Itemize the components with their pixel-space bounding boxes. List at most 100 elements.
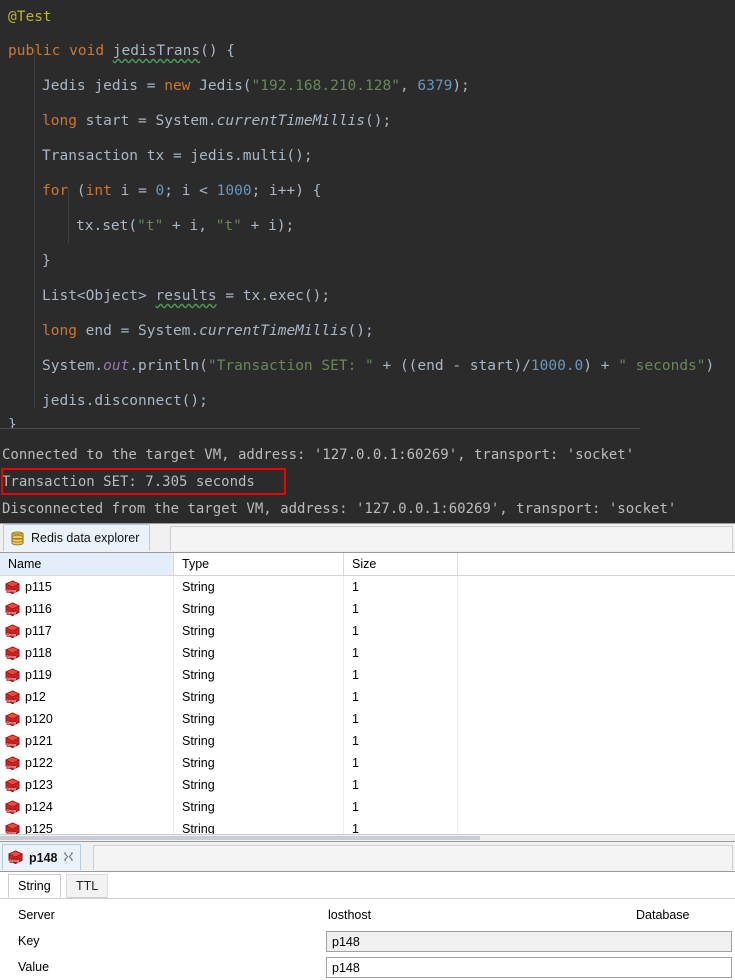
tab-key-p148[interactable]: String p148 [2, 844, 81, 870]
cell-type: String [174, 664, 344, 686]
code-token: "t" [137, 218, 164, 234]
key-name-label: p12 [25, 690, 46, 704]
run-console[interactable]: Connected to the target VM, address: '12… [0, 428, 735, 523]
cell-size: 1 [344, 730, 458, 752]
svg-text:String: String [6, 808, 16, 812]
key-name-label: p115 [25, 580, 52, 594]
value-input[interactable] [326, 957, 732, 978]
cell-spacer [458, 598, 720, 620]
cell-size: 1 [344, 664, 458, 686]
svg-text:String: String [6, 610, 16, 614]
subtab-string[interactable]: String [8, 874, 61, 898]
table-horizontal-scrollbar[interactable] [0, 834, 735, 841]
code-line: Transaction tx = jedis.multi(); [0, 139, 735, 174]
code-token: } [8, 417, 17, 428]
table-row[interactable]: String p117 String 1 [0, 620, 735, 642]
string-key-icon: String [4, 711, 21, 727]
subtab-ttl[interactable]: TTL [66, 874, 109, 898]
cell-name: String p116 [0, 598, 174, 620]
code-token: "192.168.210.128" [251, 78, 400, 94]
string-key-icon: String [4, 799, 21, 815]
svg-text:String: String [6, 786, 16, 790]
table-header-row: Name Type Size [0, 553, 735, 576]
svg-text:String: String [6, 764, 16, 768]
key-name-label: p119 [25, 668, 52, 682]
code-token: Transaction tx = jedis.multi(); [42, 148, 313, 164]
view-tabbar: Redis data explorer [0, 524, 735, 552]
cell-spacer [458, 796, 720, 818]
string-key-icon: String [4, 601, 21, 617]
code-token: tx.set( [76, 218, 138, 234]
code-line: public void jedisTrans() { [0, 34, 735, 69]
view-tabbar-empty [170, 526, 733, 551]
code-token: currentTimeMillis [216, 113, 366, 129]
svg-text:String: String [6, 654, 16, 658]
string-key-icon: String [4, 645, 21, 661]
code-token: jedis.disconnect(); [42, 393, 208, 409]
column-header-name[interactable]: Name [0, 553, 174, 575]
cell-spacer [458, 686, 720, 708]
code-token: long [42, 113, 77, 129]
code-editor[interactable]: @Test public void jedisTrans() {Jedis jed… [0, 0, 735, 428]
code-token: Jedis( [190, 78, 252, 94]
console-line: Connected to the target VM, address: '12… [2, 447, 635, 463]
field-row-server: Server losthost Database [0, 902, 735, 928]
label-value: Value [18, 960, 50, 974]
code-line: tx.set("t" + i, "t" + i); [0, 209, 735, 244]
table-row[interactable]: String p123 String 1 [0, 774, 735, 796]
table-row[interactable]: String p115 String 1 [0, 576, 735, 598]
code-token: ( [68, 183, 86, 199]
code-token: (); [365, 113, 392, 129]
cell-size: 1 [344, 686, 458, 708]
value-server: losthost [328, 908, 372, 922]
column-header-type[interactable]: Type [174, 553, 344, 575]
code-token: start = System. [76, 113, 217, 129]
code-token: results [155, 288, 217, 304]
svg-text:String: String [6, 698, 16, 702]
code-token: ; i < [164, 183, 217, 199]
detail-tab-label: p148 [29, 850, 58, 865]
view-tab-label: Redis data explorer [31, 531, 140, 545]
code-line: long start = System.currentTimeMillis(); [0, 104, 735, 139]
table-row[interactable]: String p124 String 1 [0, 796, 735, 818]
code-token: + i, [163, 218, 216, 234]
code-line: } [0, 244, 735, 279]
redis-data-explorer-panel: Redis data explorer Name Type Size Strin… [0, 523, 735, 980]
cell-name: String p124 [0, 796, 174, 818]
code-token: "Transaction SET: " [207, 358, 374, 374]
code-line: @Test [0, 0, 735, 35]
cell-type: String [174, 796, 344, 818]
scrollbar-thumb[interactable] [0, 836, 480, 840]
console-line: Disconnected from the target VM, address… [2, 501, 677, 517]
code-token: int [85, 183, 112, 199]
column-header-size[interactable]: Size [344, 553, 458, 575]
table-row[interactable]: String p118 String 1 [0, 642, 735, 664]
svg-text:String: String [6, 720, 16, 724]
key-input[interactable] [326, 931, 732, 952]
cell-type: String [174, 642, 344, 664]
table-row[interactable]: String p120 String 1 [0, 708, 735, 730]
key-name-label: p122 [25, 756, 53, 770]
code-token: System. [42, 358, 104, 374]
cell-size: 1 [344, 620, 458, 642]
code-token: currentTimeMillis [199, 323, 348, 339]
code-token: end = System. [76, 323, 200, 339]
close-icon[interactable] [63, 852, 74, 863]
table-row[interactable]: String p119 String 1 [0, 664, 735, 686]
code-token: i = [111, 183, 156, 199]
cell-size: 1 [344, 598, 458, 620]
cell-name: String p115 [0, 576, 174, 598]
key-name-label: p117 [25, 624, 52, 638]
table-row[interactable]: String p122 String 1 [0, 752, 735, 774]
tab-redis-data-explorer[interactable]: Redis data explorer [3, 524, 151, 551]
keys-table[interactable]: Name Type Size String p115 String 1 String… [0, 552, 735, 842]
table-row[interactable]: String p116 String 1 [0, 598, 735, 620]
cell-type: String [174, 708, 344, 730]
code-token: (); [347, 323, 374, 339]
cell-type: String [174, 686, 344, 708]
table-row[interactable]: String p121 String 1 [0, 730, 735, 752]
table-row[interactable]: String p12 String 1 [0, 686, 735, 708]
code-token: List<Object> [42, 288, 156, 304]
code-line: for (int i = 0; i < 1000; i++) { [0, 174, 735, 209]
code-token: long [42, 323, 77, 339]
